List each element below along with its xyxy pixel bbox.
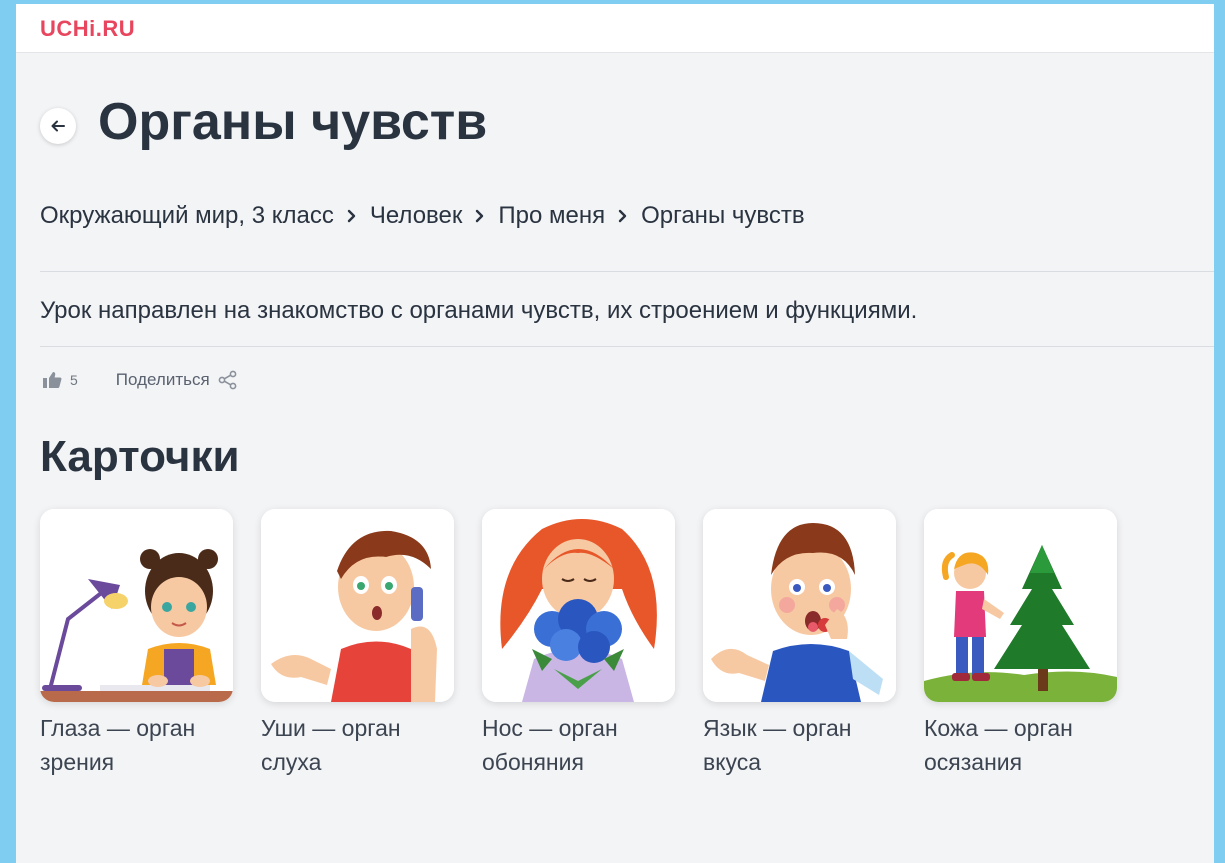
cards-list: Глаза — орган зрения Уши — орган слуха Н… <box>40 509 1145 779</box>
card-caption: Глаза — орган зрения <box>40 715 196 775</box>
girl-smelling-flowers-icon <box>482 509 675 702</box>
arrow-left-icon <box>51 120 65 132</box>
card-image <box>482 509 675 702</box>
back-button[interactable] <box>40 108 76 144</box>
breadcrumb-item-topic[interactable]: Человек <box>370 202 463 230</box>
thumbs-up-icon <box>43 372 62 388</box>
likes-count: 5 <box>70 372 78 388</box>
boy-on-phone-icon <box>261 509 454 702</box>
top-bar: UCHi.RU <box>16 4 1214 53</box>
card-caption: Нос — орган обоняния <box>482 715 618 775</box>
section-title: Карточки <box>40 432 240 481</box>
meta-row: 5 Поделиться <box>42 370 238 390</box>
breadcrumb: Окружающий мир, 3 класс Человек Про меня… <box>40 202 805 230</box>
card-ears[interactable]: Уши — орган слуха <box>261 509 454 779</box>
chevron-right-icon <box>618 209 628 223</box>
share-icon <box>218 370 237 390</box>
card-caption: Язык — орган вкуса <box>703 715 852 775</box>
card-image <box>703 509 896 702</box>
card-eyes[interactable]: Глаза — орган зрения <box>40 509 233 779</box>
chevron-right-icon <box>347 209 357 223</box>
browser-content: UCHi.RU Органы чувств Окружающий мир, 3 … <box>16 4 1214 863</box>
girl-with-lamp-icon <box>40 509 233 702</box>
divider <box>40 271 1214 272</box>
card-caption: Кожа — орган осязания <box>924 715 1073 775</box>
share-label: Поделиться <box>115 370 210 389</box>
card-caption: Уши — орган слуха <box>261 715 401 775</box>
card-nose[interactable]: Нос — орган обоняния <box>482 509 675 779</box>
boy-tasting-icon <box>703 509 896 702</box>
lesson-description: Урок направлен на знакомство с органами … <box>40 297 918 324</box>
girl-touching-tree-icon <box>924 509 1117 702</box>
breadcrumb-item-current: Органы чувств <box>641 202 805 229</box>
share-button[interactable]: Поделиться <box>116 370 238 390</box>
card-skin[interactable]: Кожа — орган осязания <box>924 509 1117 779</box>
card-image <box>924 509 1117 702</box>
site-logo[interactable]: UCHi.RU <box>40 16 135 42</box>
chevron-right-icon <box>475 209 485 223</box>
card-image <box>261 509 454 702</box>
card-image <box>40 509 233 702</box>
breadcrumb-item-subtopic[interactable]: Про меня <box>498 202 605 230</box>
like-button[interactable]: 5 <box>42 371 78 389</box>
divider <box>40 346 1214 347</box>
card-tongue[interactable]: Язык — орган вкуса <box>703 509 896 779</box>
page-title: Органы чувств <box>98 93 488 151</box>
breadcrumb-item-subject[interactable]: Окружающий мир, 3 класс <box>40 202 334 230</box>
